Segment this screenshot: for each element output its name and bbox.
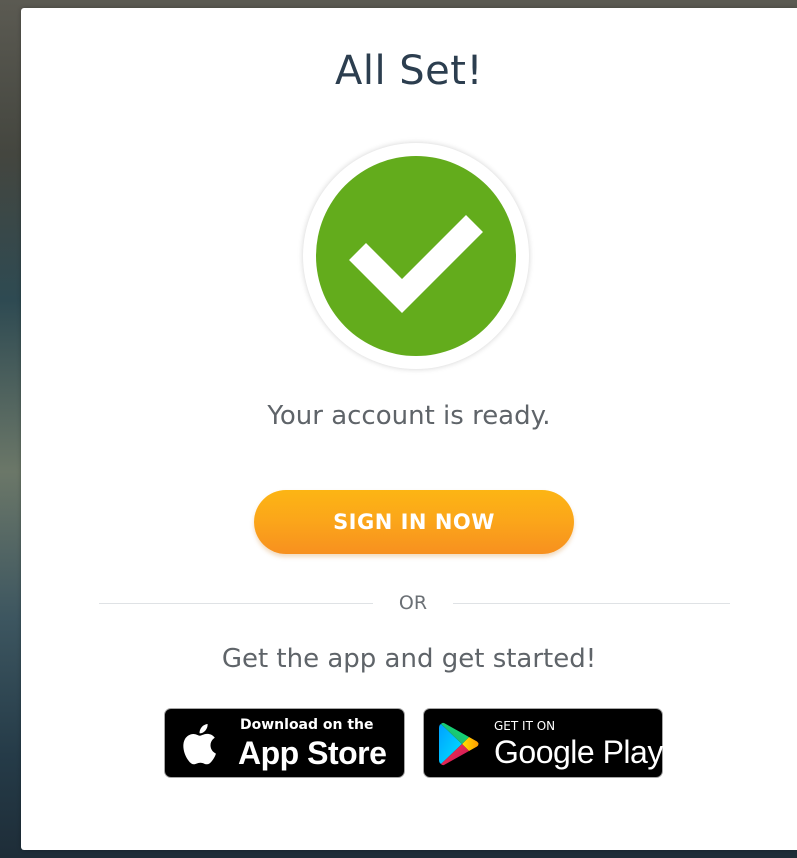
success-dialog: All Set! Your account is ready. SIGN IN … xyxy=(21,8,797,850)
divider-right xyxy=(453,603,730,604)
app-store-big-text: App Store xyxy=(238,735,387,771)
apple-logo-icon xyxy=(165,709,235,781)
get-app-prompt: Get the app and get started! xyxy=(221,644,597,674)
app-store-small-text: Download on the xyxy=(240,717,374,733)
google-play-small-text: GET IT ON xyxy=(494,719,556,733)
success-badge xyxy=(303,143,529,369)
checkmark-icon xyxy=(316,156,516,356)
page-title: All Set! xyxy=(334,48,484,94)
app-store-badge[interactable]: Download on the App Store xyxy=(164,708,405,778)
account-ready-message: Your account is ready. xyxy=(267,401,551,431)
divider-left xyxy=(99,603,373,604)
google-play-badge[interactable]: GET IT ON Google Play xyxy=(423,708,663,778)
google-play-big-text: Google Play xyxy=(494,734,663,770)
google-play-logo-icon xyxy=(424,709,492,781)
divider-or-label: OR xyxy=(398,592,428,614)
sign-in-now-button[interactable]: SIGN IN NOW xyxy=(254,490,574,554)
